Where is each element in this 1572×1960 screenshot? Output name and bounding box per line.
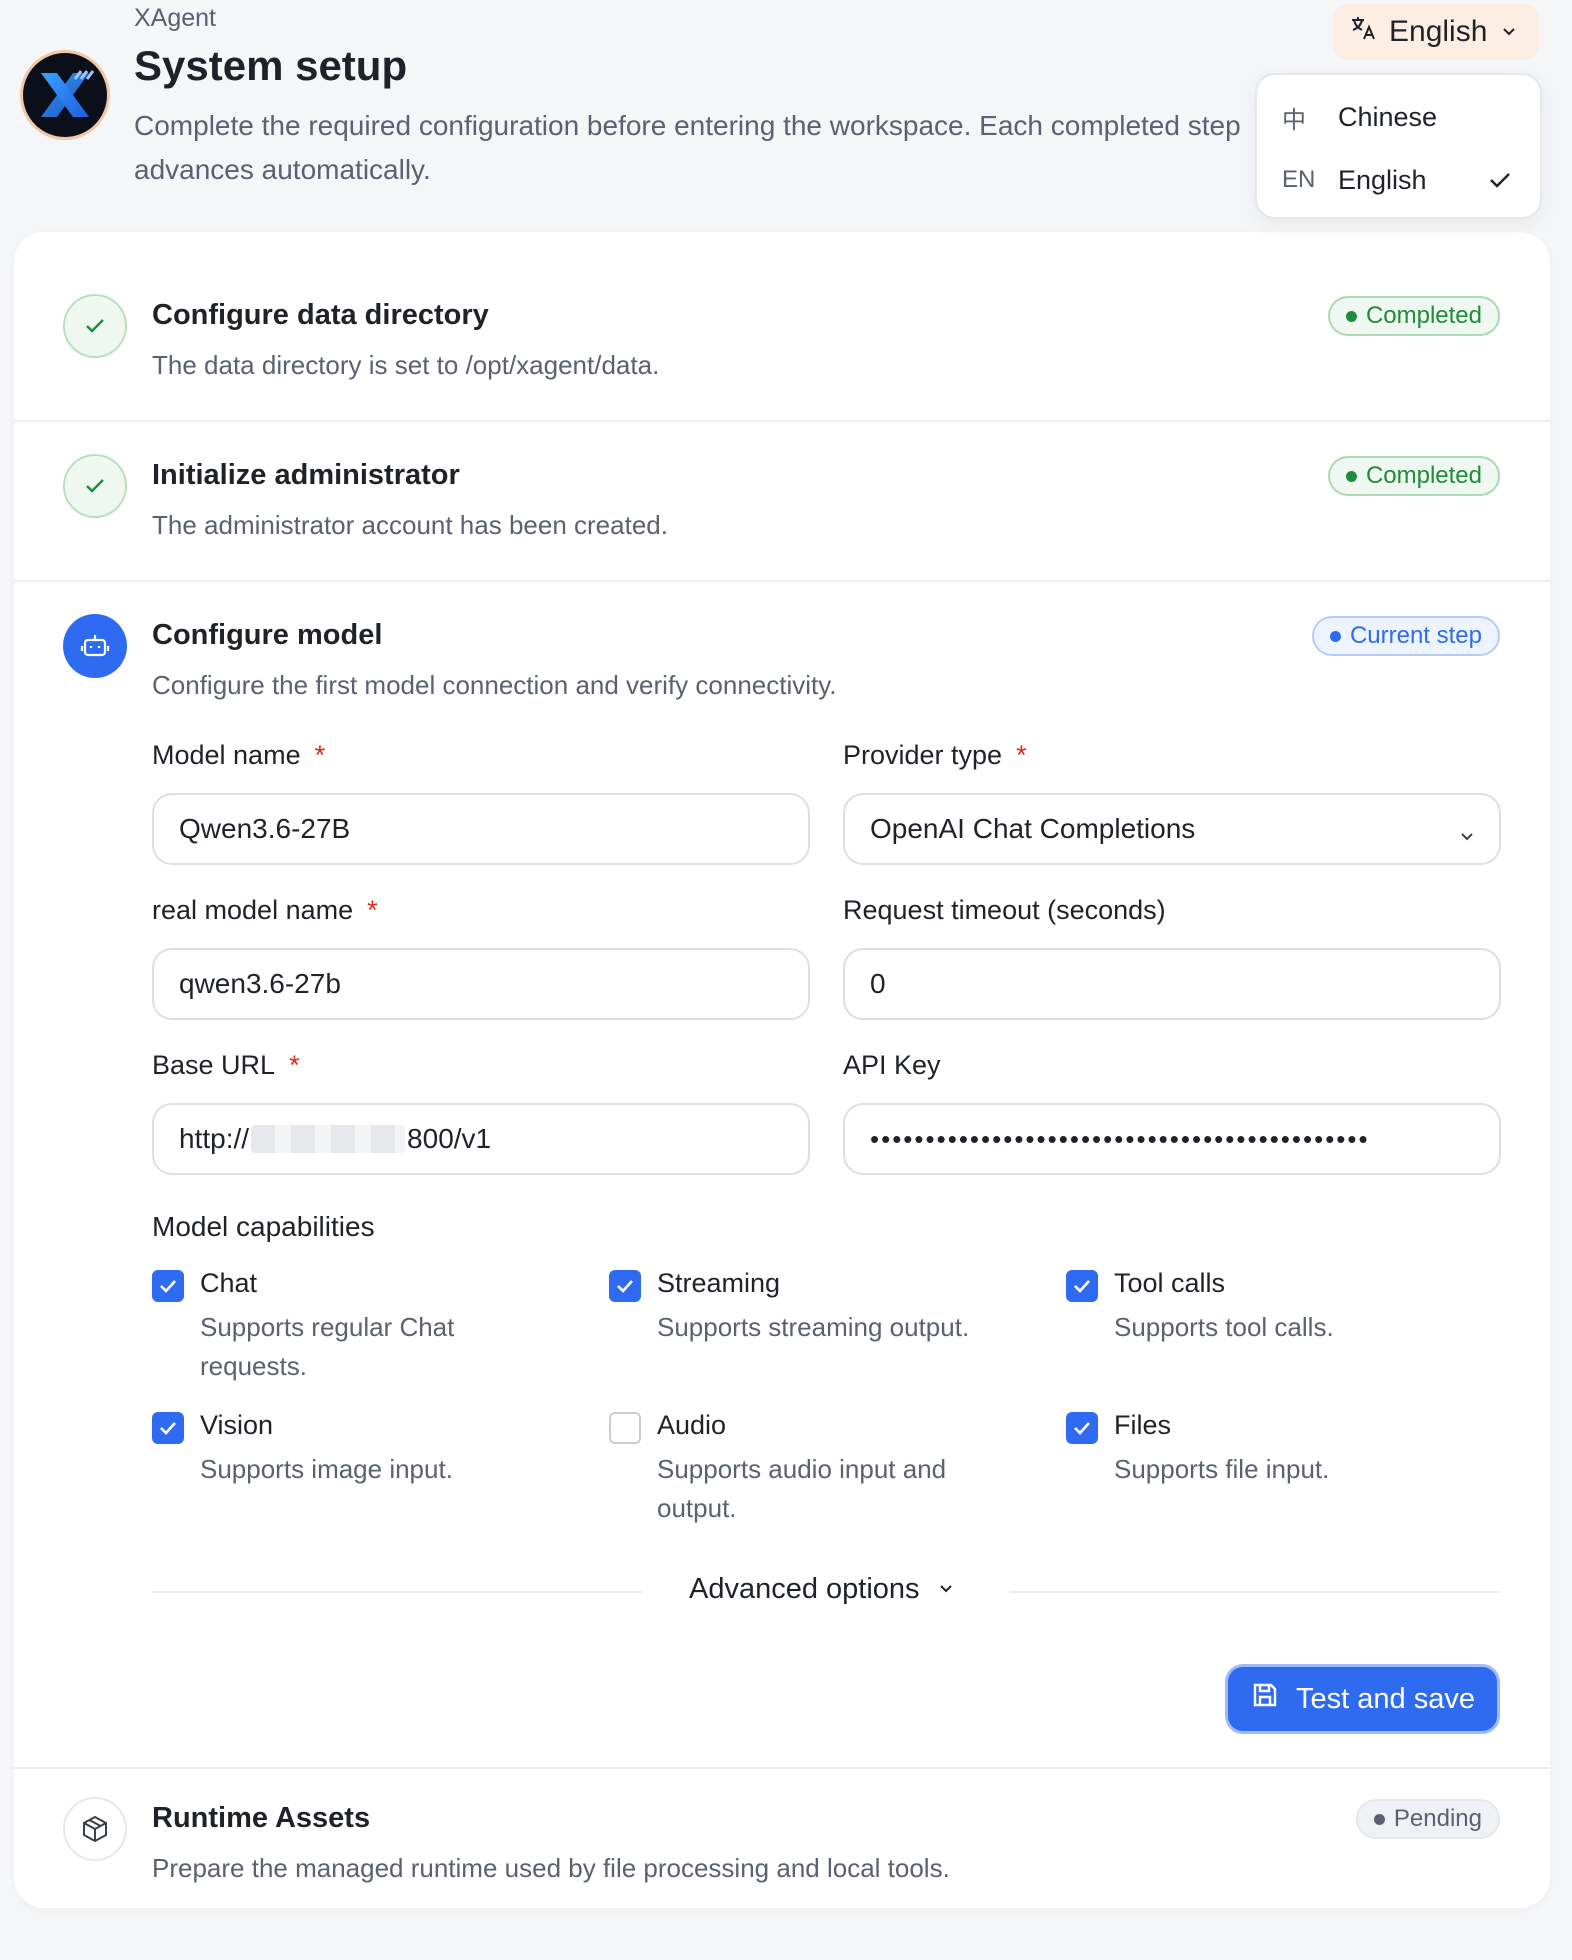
page-header: XAgent System setup Complete the require… [0,0,1572,230]
check-icon [1074,1422,1090,1435]
check-icon [1486,166,1514,199]
status-badge: Current step [1311,616,1500,656]
capability-description: Supports tool calls. [1114,1312,1334,1342]
real-model-name-label: real model name * [152,895,378,925]
real-model-name-input[interactable] [152,948,810,1020]
check-icon [63,454,127,518]
capability-description: Supports regular Chat requests. [200,1312,455,1381]
provider-type-select[interactable]: OpenAI Chat Completions [843,793,1501,865]
provider-type-value: OpenAI Chat Completions [870,813,1196,844]
language-code: 中 [1282,106,1306,134]
language-current: English [1389,15,1488,48]
status-text: Current step [1349,622,1482,649]
check-icon [1074,1280,1090,1293]
language-option-chinese[interactable]: 中 Chinese [1257,87,1540,147]
divider [14,1767,1550,1769]
required-marker: * [289,1050,300,1080]
robot-icon [63,614,127,678]
base-url-suffix: 800/v1 [407,1123,492,1154]
language-switcher-button[interactable]: English [1333,4,1539,60]
chat-checkbox[interactable] [152,1270,184,1302]
model-name-input[interactable] [152,793,810,865]
step-description: Configure the first model connection and… [152,670,837,700]
capability-label: Streaming [657,1268,781,1298]
capability-description: Supports file input. [1114,1454,1330,1484]
step-title: Runtime Assets [152,1802,371,1834]
app-name: XAgent [134,4,217,32]
tool-calls-checkbox[interactable] [1066,1270,1098,1302]
audio-checkbox[interactable] [609,1412,641,1444]
request-timeout-input[interactable] [843,948,1501,1020]
capability-description: Supports audio input and output. [657,1454,947,1523]
api-key-input[interactable]: ••••••••••••••••••••••••••••••••••••••••… [843,1103,1501,1175]
divider [14,420,1550,422]
step-description: The administrator account has been creat… [152,510,668,540]
language-code: EN [1282,166,1316,193]
step-description: The data directory is set to /opt/xagent… [152,350,660,380]
step-title: Configure data directory [152,299,489,331]
capability-description: Supports streaming output. [657,1312,970,1342]
status-dot [1329,630,1341,642]
base-url-label: Base URL * [152,1050,300,1080]
status-badge: Completed [1327,456,1500,496]
api-key-masked-value: ••••••••••••••••••••••••••••••••••••••••… [870,1123,1370,1154]
step-title: Configure model [152,619,383,651]
test-and-save-label: Test and save [1296,1682,1475,1715]
xagent-logo [20,50,110,140]
divider [152,1591,642,1593]
step-description: Prepare the managed runtime used by file… [152,1853,950,1883]
divider [14,580,1550,582]
advanced-options-label: Advanced options [689,1573,920,1605]
required-marker: * [1016,740,1027,770]
translate-icon [1349,14,1377,50]
page-subtitle: Complete the required configuration befo… [134,110,1241,185]
setup-card: Configure data directory The data direct… [14,232,1550,1908]
package-icon [63,1797,127,1861]
check-icon [160,1280,176,1293]
model-capabilities-title: Model capabilities [152,1211,375,1242]
model-name-label: Model name * [152,740,326,770]
status-text: Completed [1365,462,1482,489]
files-checkbox[interactable] [1066,1412,1098,1444]
chevron-down-icon [1499,15,1519,49]
advanced-options-toggle[interactable]: Advanced options [689,1573,956,1606]
capability-label: Audio [657,1410,727,1440]
provider-type-label: Provider type * [843,740,1027,770]
divider [1010,1591,1500,1593]
api-key-label: API Key [843,1050,941,1080]
status-text: Completed [1365,302,1482,329]
capability-label: Chat [200,1268,258,1298]
required-marker: * [367,895,378,925]
check-icon [63,294,127,358]
check-icon [617,1280,633,1293]
base-url-prefix: http:// [179,1123,250,1154]
chevron-down-icon [936,1573,956,1606]
capability-label: Files [1114,1410,1172,1440]
status-dot [1345,310,1357,322]
capability-label: Vision [200,1410,274,1440]
language-option-english[interactable]: EN English [1257,150,1540,210]
test-and-save-button[interactable]: Test and save [1225,1664,1500,1734]
step-title: Initialize administrator [152,459,460,491]
page-title: System setup [134,42,408,89]
chevron-down-icon [1457,821,1477,853]
status-badge: Pending [1355,1799,1500,1839]
language-menu: 中 Chinese EN English [1255,73,1542,219]
capability-description: Supports image input. [200,1454,453,1484]
capability-label: Tool calls [1114,1268,1226,1298]
check-icon [160,1422,176,1435]
language-name: English [1338,164,1427,195]
status-badge: Completed [1327,296,1500,336]
vision-checkbox[interactable] [152,1412,184,1444]
redacted-region [251,1125,406,1153]
base-url-input[interactable]: http:// 800/v1 [152,1103,810,1175]
save-icon [1250,1680,1280,1718]
request-timeout-label: Request timeout (seconds) [843,895,1166,925]
required-marker: * [314,740,326,770]
language-name: Chinese [1338,101,1438,132]
status-dot [1373,1813,1385,1825]
status-text: Pending [1393,1805,1482,1832]
streaming-checkbox[interactable] [609,1270,641,1302]
status-dot [1345,470,1357,482]
